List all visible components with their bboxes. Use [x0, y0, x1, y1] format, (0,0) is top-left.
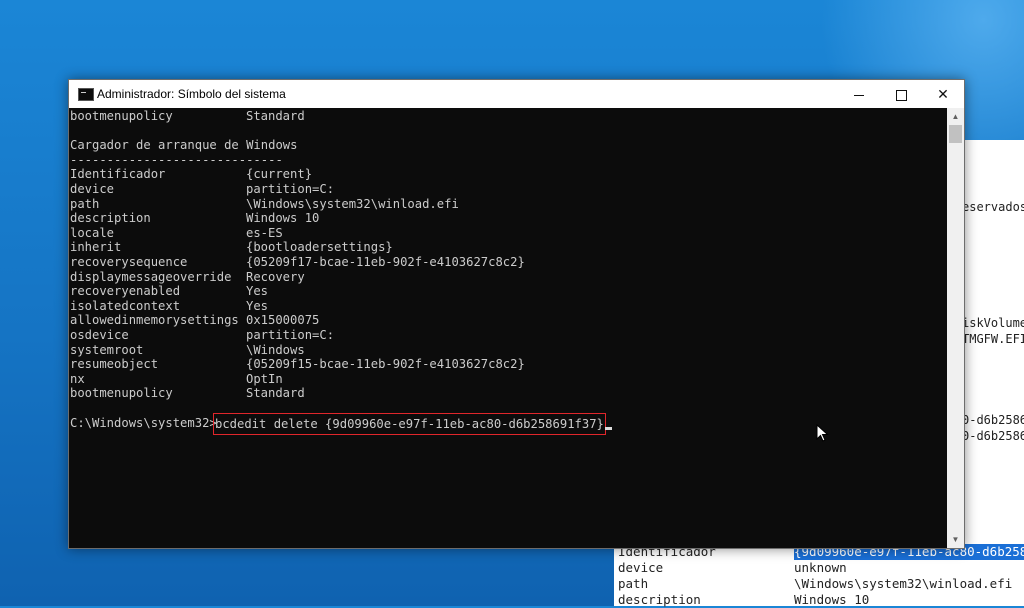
command-prompt: C:\Windows\system32>	[70, 416, 217, 430]
console-key: displaymessageoverride	[70, 269, 232, 284]
minimize-button[interactable]	[836, 80, 882, 108]
row-key: device	[618, 560, 664, 575]
console-key: device	[70, 182, 115, 196]
background-lower-window[interactable]: Identificador {9d09960e-e97f-11eb-ac80-d…	[614, 544, 1024, 607]
console-key: inherit	[70, 240, 122, 255]
command-prompt-window[interactable]: Administrador: Símbolo del sistema ✕ boo…	[68, 79, 965, 549]
console-key: bootmenupolicy	[70, 109, 173, 123]
console-key: systemroot	[70, 342, 144, 357]
console-key: Cargador de arranque de Windows	[70, 138, 298, 153]
console-value: {05209f17-bcae-11eb-902f-e4103627c8c2}	[246, 255, 525, 269]
console-value: Yes	[246, 284, 269, 299]
console-key: description	[70, 211, 151, 226]
console-output[interactable]: bootmenupolicy Standard Cargador de arranq…	[69, 108, 947, 548]
vertical-scrollbar[interactable]: ▲ ▼	[947, 108, 964, 548]
console-key: resumeobject	[70, 357, 159, 372]
background-text: 0-d6b2586	[962, 413, 1024, 427]
text-cursor	[605, 427, 612, 430]
scroll-up-arrow-icon[interactable]: ▲	[947, 108, 964, 125]
console-value: partition=C:	[246, 328, 335, 342]
maximize-icon	[895, 89, 907, 101]
window-title: Administrador: Símbolo del sistema	[97, 87, 286, 101]
command-input[interactable]: bcdedit delete {9d09960e-e97f-11eb-ac80-…	[213, 413, 606, 435]
console-key: recoverysequence	[70, 255, 188, 269]
console-key: -----------------------------	[70, 152, 283, 167]
console-key: path	[70, 196, 100, 211]
console-key: recoveryenabled	[70, 284, 181, 299]
console-value: Standard	[246, 109, 305, 123]
console-key: nx	[70, 371, 85, 386]
title-bar[interactable]: Administrador: Símbolo del sistema ✕	[69, 80, 964, 108]
background-text: iskVolume	[962, 316, 1024, 330]
console-app-icon	[78, 88, 94, 101]
console-value: \Windows\system32\winload.efi	[246, 196, 459, 211]
scroll-down-arrow-icon[interactable]: ▼	[947, 531, 964, 548]
minimize-icon	[854, 94, 864, 96]
mouse-pointer-icon	[816, 424, 829, 442]
console-key: allowedinmemorysettings	[70, 313, 239, 328]
console-value: OptIn	[246, 371, 283, 386]
row-key: path	[618, 576, 649, 591]
background-text: eservados	[962, 200, 1024, 214]
console-value: Standard	[246, 386, 305, 401]
console-value: 0x15000075	[246, 313, 320, 328]
console-value: {current}	[246, 167, 313, 182]
console-value: {bootloadersettings}	[246, 240, 393, 255]
console-value: Recovery	[246, 269, 305, 284]
console-value: Windows 10	[246, 211, 320, 226]
console-key: locale	[70, 225, 115, 240]
background-text: TMGFW.EFI	[962, 332, 1024, 346]
row-value: \Windows\system32\winload.efi	[794, 576, 1013, 591]
console-key: osdevice	[70, 328, 129, 342]
background-text: 0-d6b2586	[962, 429, 1024, 443]
row-value: unknown	[794, 560, 847, 575]
console-value: es-ES	[246, 225, 283, 240]
console-value: {05209f15-bcae-11eb-902f-e4103627c8c2}	[246, 357, 525, 372]
console-key: isolatedcontext	[70, 298, 181, 313]
console-value: partition=C:	[246, 182, 335, 196]
maximize-button[interactable]	[878, 80, 924, 108]
scrollbar-thumb[interactable]	[949, 125, 962, 143]
console-value: \Windows	[246, 342, 305, 357]
console-key: Identificador	[70, 167, 166, 182]
console-value: Yes	[246, 298, 269, 313]
close-button[interactable]: ✕	[920, 80, 966, 108]
console-key: bootmenupolicy	[70, 386, 173, 401]
close-icon: ✕	[937, 86, 949, 102]
